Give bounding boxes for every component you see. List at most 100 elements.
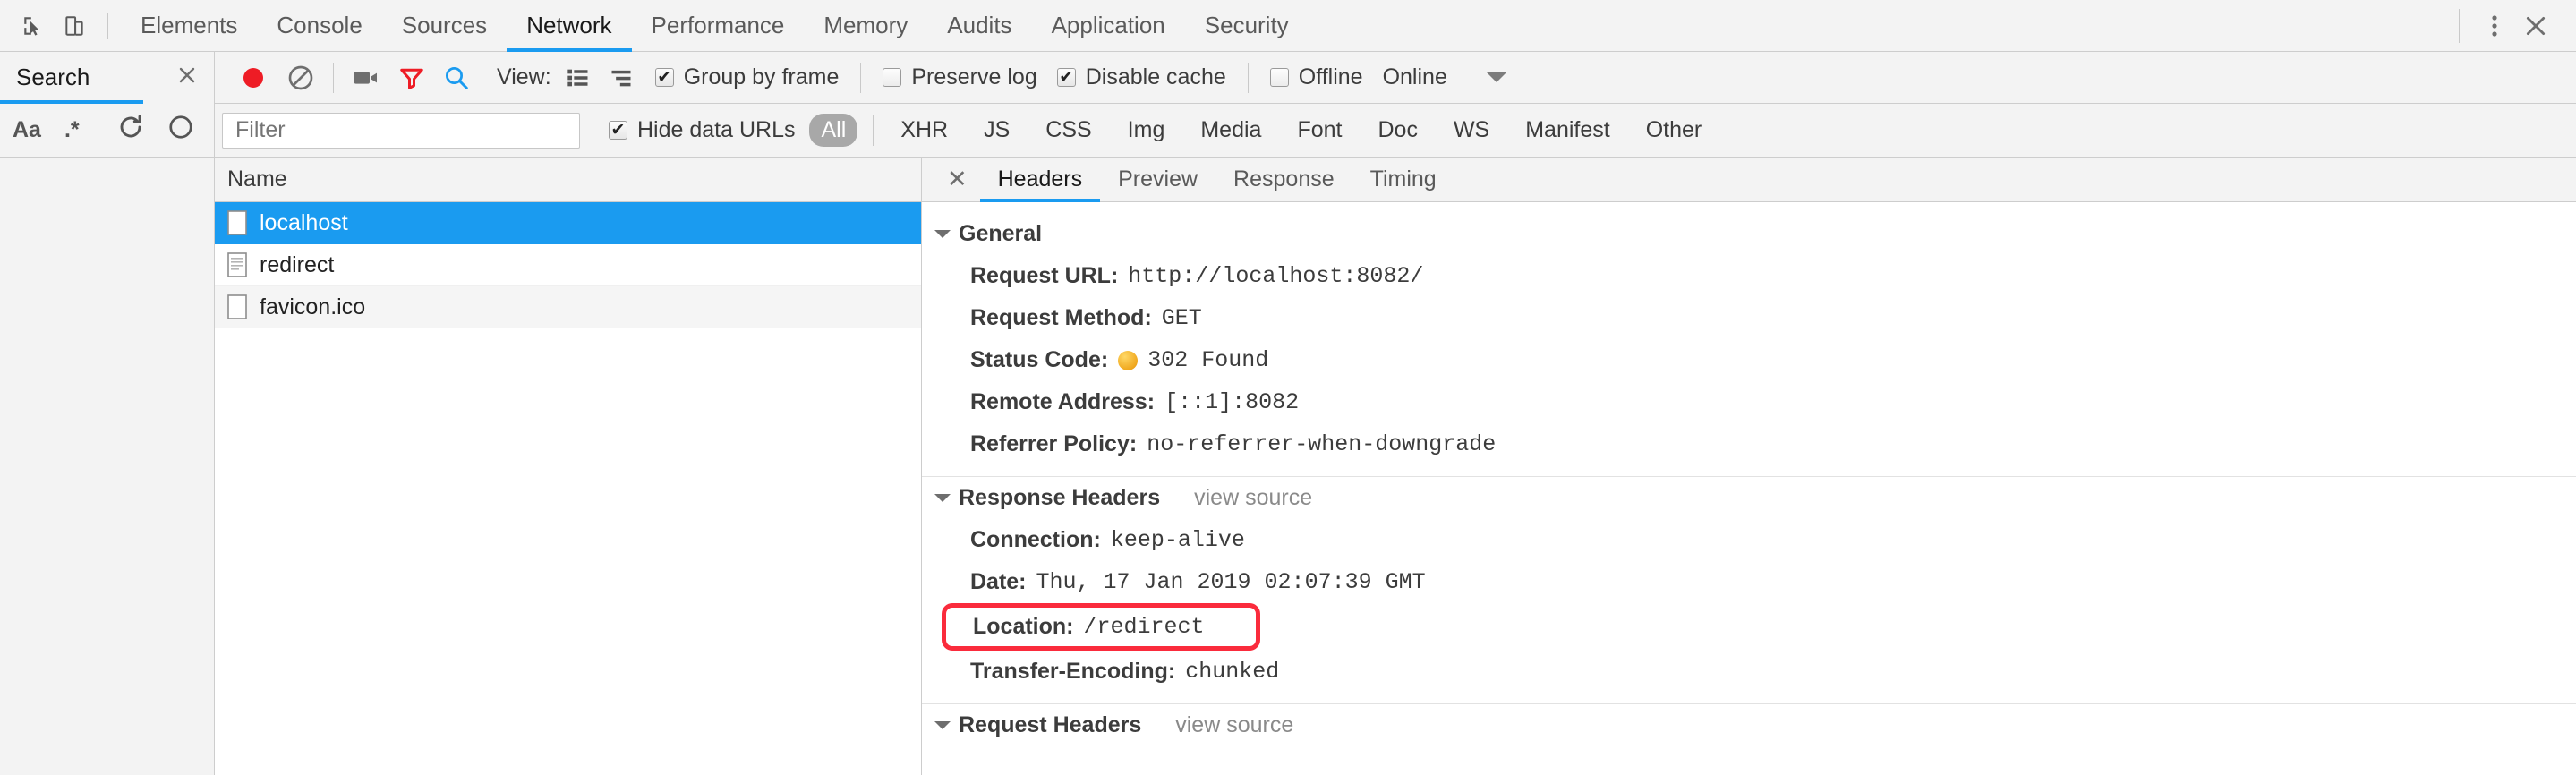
search-icon[interactable] <box>443 64 470 91</box>
toolbar-divider <box>1247 62 1249 93</box>
record-button[interactable] <box>238 63 269 93</box>
checkbox-mark: ✔ <box>1056 68 1076 87</box>
filter-icon[interactable] <box>398 64 425 91</box>
filter-type-img[interactable]: Img <box>1116 114 1177 147</box>
chevron-down-icon <box>934 721 951 729</box>
throttling-value[interactable]: Online <box>1383 64 1447 90</box>
table-row[interactable]: favicon.ico <box>215 286 921 328</box>
filter-type-xhr[interactable]: XHR <box>889 114 960 147</box>
filter-input[interactable] <box>222 112 580 149</box>
view-source-link[interactable]: view source <box>1175 712 1293 738</box>
close-devtools-icon[interactable] <box>2515 5 2556 47</box>
group-by-frame-label: Group by frame <box>683 64 840 89</box>
chevron-down-icon[interactable] <box>1486 72 1506 82</box>
clear-icon[interactable] <box>286 64 315 92</box>
close-icon[interactable] <box>176 64 198 90</box>
tab-timing[interactable]: Timing <box>1352 158 1454 202</box>
text-document-icon <box>227 252 247 277</box>
list-view-icon[interactable] <box>566 65 591 90</box>
filter-type-font[interactable]: Font <box>1285 114 1353 147</box>
offline-label: Offline <box>1298 64 1363 89</box>
tab-label: Preview <box>1118 166 1198 192</box>
tab-sources[interactable]: Sources <box>382 0 507 52</box>
section-header-response-headers[interactable]: Response Headers view source <box>922 476 2576 519</box>
section-header-request-headers[interactable]: Request Headers view source <box>922 703 2576 746</box>
tab-headers[interactable]: Headers <box>979 158 1101 202</box>
filter-type-all[interactable]: All <box>809 114 858 147</box>
section-title: General <box>959 221 1043 246</box>
request-name: redirect <box>260 251 335 277</box>
tab-application[interactable]: Application <box>1032 0 1185 52</box>
tab-preview[interactable]: Preview <box>1100 158 1215 202</box>
header-row-request-method: Request Method: GET <box>922 297 2576 339</box>
tab-memory[interactable]: Memory <box>804 0 927 52</box>
tab-label: Console <box>277 12 363 38</box>
match-case-icon[interactable]: Aa <box>13 117 41 143</box>
network-controls: View: ✔ Group by frame Preserve log ✔ Di… <box>215 62 2576 93</box>
inspect-element-icon[interactable] <box>13 5 54 47</box>
tab-performance[interactable]: Performance <box>632 0 805 52</box>
filter-controls: ✔ Hide data URLs All XHR JS CSS Img Medi… <box>215 104 2576 157</box>
tab-label: Memory <box>823 12 908 38</box>
header-key: Request URL: <box>970 263 1119 288</box>
filter-type-manifest[interactable]: Manifest <box>1514 114 1621 147</box>
network-toolbar: Search View: ✔ Group by frame Preserve l… <box>0 51 2576 104</box>
tab-label: Headers <box>997 166 1083 192</box>
search-results-pane[interactable] <box>0 158 215 775</box>
filter-type-media[interactable]: Media <box>1189 114 1273 147</box>
group-by-frame-checkbox[interactable]: ✔ Group by frame <box>654 64 840 90</box>
header-row-referrer-policy: Referrer Policy: no-referrer-when-downgr… <box>922 423 2576 465</box>
tab-console[interactable]: Console <box>257 0 381 52</box>
more-options-icon[interactable] <box>2474 5 2515 47</box>
view-source-link[interactable]: view source <box>1194 485 1312 511</box>
filter-type-ws[interactable]: WS <box>1442 114 1501 147</box>
chevron-down-icon <box>934 230 951 238</box>
filter-type-other[interactable]: Other <box>1634 114 1714 147</box>
regex-icon[interactable]: .* <box>64 117 80 143</box>
refresh-icon[interactable] <box>117 114 144 147</box>
hide-data-urls-checkbox[interactable]: ✔ Hide data URLs <box>609 117 795 143</box>
preserve-log-checkbox[interactable]: Preserve log <box>883 64 1037 90</box>
tab-audits[interactable]: Audits <box>927 0 1031 52</box>
header-value: [::1]:8082 <box>1164 389 1300 415</box>
table-row[interactable]: redirect <box>215 244 921 286</box>
section-title: Response Headers <box>959 485 1161 510</box>
header-value: keep-alive <box>1110 527 1245 553</box>
network-requests-pane: Name localhost redirect favicon.ico <box>215 158 922 775</box>
tabbar-right-controls <box>2444 5 2576 47</box>
device-toolbar-icon[interactable] <box>54 5 95 47</box>
tab-security[interactable]: Security <box>1185 0 1309 52</box>
disable-cache-checkbox[interactable]: ✔ Disable cache <box>1056 64 1226 90</box>
tab-label: Network <box>526 12 612 38</box>
tab-label: Timing <box>1369 166 1437 192</box>
chevron-down-icon <box>934 494 951 502</box>
preserve-log-label: Preserve log <box>911 64 1037 89</box>
tab-elements[interactable]: Elements <box>121 0 257 52</box>
header-value: http://localhost:8082/ <box>1128 263 1424 289</box>
filter-type-css[interactable]: CSS <box>1034 114 1103 147</box>
waterfall-view-icon[interactable] <box>609 65 634 90</box>
filter-type-doc[interactable]: Doc <box>1366 114 1429 147</box>
table-row[interactable]: localhost <box>215 202 921 244</box>
checkbox-mark <box>883 68 902 87</box>
tab-response[interactable]: Response <box>1215 158 1352 202</box>
close-icon[interactable]: ✕ <box>934 167 980 192</box>
header-row-location: Location: /redirect <box>942 603 1260 651</box>
header-row-status-code: Status Code: 302 Found <box>922 339 2576 381</box>
requests-column-header[interactable]: Name <box>215 158 921 202</box>
camera-icon[interactable] <box>352 64 380 92</box>
filter-type-js[interactable]: JS <box>972 114 1021 147</box>
toolbar-divider <box>2459 8 2460 43</box>
toolbar-divider <box>333 62 334 93</box>
detail-tabbar: ✕ Headers Preview Response Timing <box>922 158 2576 202</box>
tab-network[interactable]: Network <box>507 0 632 52</box>
header-key: Request Method: <box>970 305 1152 330</box>
offline-checkbox[interactable]: Offline <box>1269 64 1363 90</box>
view-label: View: <box>497 64 551 89</box>
section-header-general[interactable]: General <box>922 213 2576 255</box>
tab-label: Performance <box>651 12 785 38</box>
header-value: 302 Found <box>1147 347 1269 373</box>
clear-icon[interactable] <box>167 114 194 147</box>
toolbar-divider <box>107 12 108 39</box>
disable-cache-label: Disable cache <box>1085 64 1226 89</box>
